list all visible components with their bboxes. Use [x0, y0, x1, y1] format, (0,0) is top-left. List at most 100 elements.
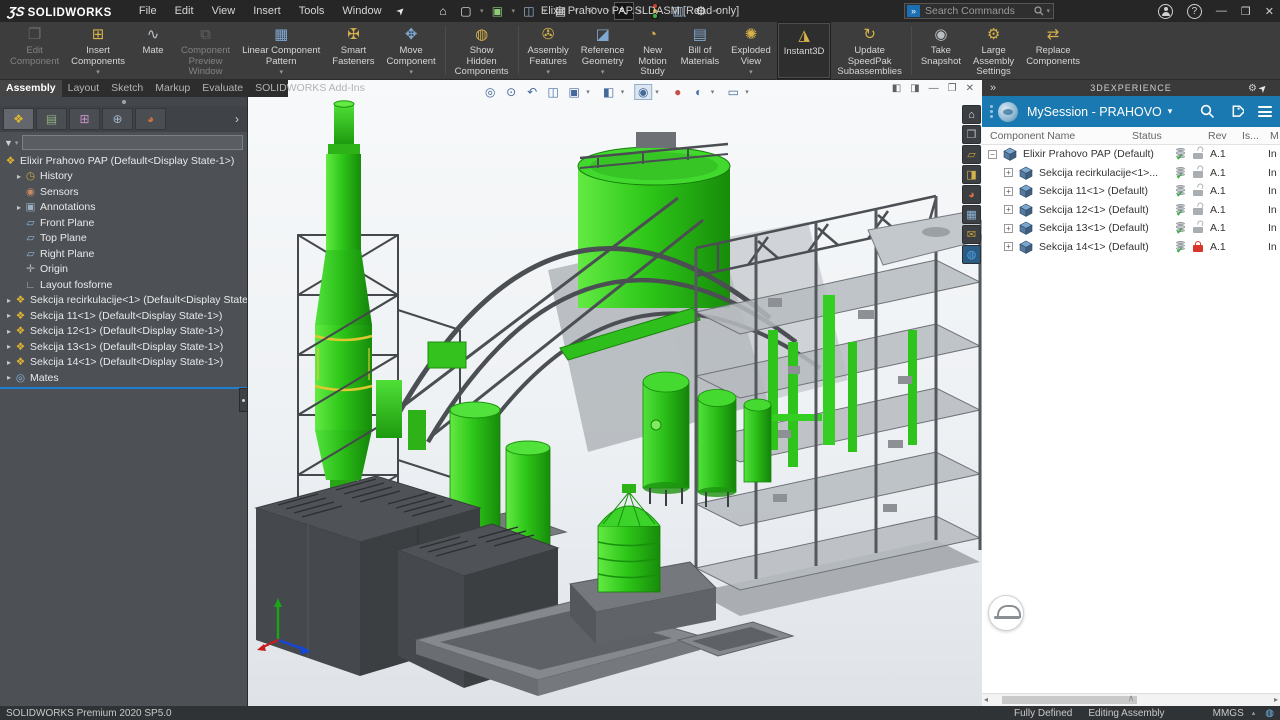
tree-item-sekcija-14[interactable]: ▸❖Sekcija 14<1> (Default<Display State-1… [0, 355, 247, 371]
minimize-button[interactable]: — [1216, 5, 1227, 17]
component-row[interactable]: +Sekcija 13<1> (Default) ✔ A.1 In [982, 219, 1280, 238]
menu-view[interactable]: View [203, 2, 245, 20]
view-settings-caret-icon[interactable]: ▾ [745, 88, 749, 96]
new-document-icon[interactable]: ▢ [456, 2, 476, 20]
scroll-right-icon[interactable]: ▸ [1274, 695, 1278, 704]
view-palette-icon[interactable]: ◨ [962, 165, 981, 184]
apply-scene-caret-icon[interactable]: ▾ [711, 88, 715, 96]
hide-show-items-icon[interactable]: ◉ [634, 84, 652, 100]
filter-funnel-icon[interactable]: ▼ [4, 138, 13, 148]
expand-expander[interactable]: + [1004, 205, 1013, 214]
expand-expander[interactable]: + [1004, 224, 1013, 233]
tag-icon[interactable] [1229, 104, 1244, 119]
tree-item-sekcija-12[interactable]: ▸❖Sekcija 12<1> (Default<Display State-1… [0, 324, 247, 340]
doc-close-button[interactable]: ✕ [966, 83, 974, 94]
large-assembly-settings-button[interactable]: ⚙Large Assembly Settings [967, 22, 1020, 79]
expand-arrow-icon[interactable]: ▸ [4, 358, 14, 367]
display-style-caret-icon[interactable]: ▾ [621, 88, 625, 96]
tree-item-layout-fosforne[interactable]: ▸∟Layout fosforne [0, 277, 247, 293]
fm-tabs-overflow-icon[interactable]: › [235, 112, 239, 126]
restore-button[interactable]: ❐ [1241, 5, 1251, 18]
tree-item-sekcija-13[interactable]: ▸❖Sekcija 13<1> (Default<Display State-1… [0, 339, 247, 355]
panel-search-icon[interactable] [1200, 104, 1215, 119]
assembly-features-button[interactable]: ✇Assembly Features▾ [522, 22, 575, 79]
expand-arrow-icon[interactable]: ▸ [4, 311, 14, 320]
collapse-expander[interactable]: − [988, 150, 997, 159]
display-style-icon[interactable]: ◧ [600, 84, 618, 100]
edit-appearance-icon[interactable]: ● [669, 84, 687, 100]
property-manager-tab-icon[interactable]: ▤ [36, 108, 67, 130]
resources-home-icon[interactable]: ⌂ [962, 105, 981, 124]
show-hidden-components-button[interactable]: ◍Show Hidden Components [449, 22, 515, 79]
replace-components-button[interactable]: ⇄Replace Components [1020, 22, 1086, 79]
custom-properties-icon[interactable]: ▦ [962, 205, 981, 224]
design-library-icon[interactable]: ❒ [962, 125, 981, 144]
display-manager-tab-icon[interactable]: ◕ [135, 108, 166, 130]
feature-tree-tab-icon[interactable]: ❖ [3, 108, 34, 130]
expand-expander[interactable]: + [1004, 242, 1013, 251]
panel-pin-icon[interactable]: ➤ [1256, 81, 1270, 95]
view-orientation-caret-icon[interactable]: ▾ [586, 88, 590, 96]
expand-arrow-icon[interactable]: ▸ [4, 327, 14, 336]
panel-horizontal-scrollbar[interactable]: ◂ ∧ ▸ [982, 693, 1280, 706]
tree-item-sekcija-11[interactable]: ▸❖Sekcija 11<1> (Default<Display State-1… [0, 308, 247, 324]
scroll-left-icon[interactable]: ◂ [984, 695, 988, 704]
move-component-button[interactable]: ✥Move Component▾ [381, 22, 442, 79]
hide-show-caret-icon[interactable]: ▾ [655, 88, 659, 96]
doc-restore-button[interactable]: ❐ [948, 83, 957, 94]
search-magnifier-icon[interactable] [1034, 6, 1044, 16]
col-maturity[interactable]: M [1270, 130, 1280, 142]
col-rev[interactable]: Rev [1208, 130, 1242, 142]
marketplace-globe-icon[interactable]: ◍ [962, 245, 981, 264]
close-button[interactable]: ✕ [1265, 5, 1274, 18]
open-caret-icon[interactable]: ▾ [511, 7, 515, 15]
col-status[interactable]: Status [1132, 130, 1178, 142]
linear-component-pattern-button[interactable]: ▦Linear Component Pattern▾ [236, 22, 326, 79]
rollback-bar[interactable] [0, 387, 247, 389]
configuration-manager-tab-icon[interactable]: ⊞ [69, 108, 100, 130]
zoom-to-area-icon[interactable]: ⊙ [502, 84, 520, 100]
tab-solidworks-addins[interactable]: SOLIDWORKS Add-Ins [249, 80, 371, 97]
assembly-3d-model[interactable] [248, 80, 982, 706]
menu-insert[interactable]: Insert [244, 2, 290, 20]
assistant-helmet-icon[interactable] [988, 595, 1024, 631]
expand-arrow-icon[interactable]: ▸ [4, 373, 14, 382]
assembly-features-caret-icon[interactable]: ▾ [546, 68, 550, 76]
component-row-locked[interactable]: +Sekcija 14<1> (Default) ✔ A.1 In [982, 238, 1280, 257]
expand-arrow-icon[interactable]: ▸ [14, 172, 24, 181]
tree-item-right-plane[interactable]: ▸▱Right Plane [0, 246, 247, 262]
insert-components-button[interactable]: ⊞Insert Components▾ [65, 22, 131, 79]
tree-filter-input[interactable] [22, 135, 243, 150]
menu-window[interactable]: Window [333, 2, 390, 20]
apply-scene-icon[interactable]: ◐ [690, 84, 708, 100]
mate-button[interactable]: ∿Mate [131, 22, 175, 79]
session-title[interactable]: MySession - PRAHOVO [1027, 105, 1162, 119]
component-row-root[interactable]: −Elixir Prahovo PAP (Default) ✔ A.1 In [982, 145, 1280, 164]
reference-geometry-caret-icon[interactable]: ▾ [601, 68, 605, 76]
graphics-viewport[interactable]: ◎ ⊙ ↶ ◫ ▣▾ ◧▾ ◉▾ ● ◐▾ ▭▾ ◧ ◨ — ❐ ✕ ⌂ ❒ [248, 80, 982, 706]
panel-expand-icon[interactable]: » [990, 82, 996, 94]
panel-collapse-handle[interactable] [0, 97, 247, 106]
tree-item-history[interactable]: ▸◷History [0, 169, 247, 185]
scrollbar-thumb[interactable] [1002, 696, 1137, 704]
doc-minimize-button[interactable]: — [929, 83, 939, 94]
tree-item-top-plane[interactable]: ▸▱Top Plane [0, 231, 247, 247]
tree-item-origin[interactable]: ▸✛Origin [0, 262, 247, 278]
smart-fasteners-button[interactable]: ✠Smart Fasteners [326, 22, 380, 79]
save-icon[interactable]: ◫ [519, 2, 539, 20]
component-row[interactable]: +Sekcija 12<1> (Default) ✔ A.1 In [982, 201, 1280, 220]
component-row[interactable]: +Sekcija recirkulacije<1>... ✔ A.1 In [982, 164, 1280, 183]
collapse-chevron-icon[interactable]: ∧ [1128, 693, 1135, 704]
panel-menu-icon[interactable] [1258, 106, 1272, 117]
col-issued[interactable]: Is... [1242, 130, 1270, 142]
file-explorer-icon[interactable]: ▱ [962, 145, 981, 164]
tab-sketch[interactable]: Sketch [105, 80, 149, 97]
view-orientation-icon[interactable]: ▣ [565, 84, 583, 100]
take-snapshot-button[interactable]: ◉Take Snapshot [915, 22, 967, 79]
section-view-icon[interactable]: ◫ [544, 84, 562, 100]
exploded-view-button[interactable]: ✺Exploded View▾ [725, 22, 777, 79]
units-selector[interactable]: MMGS [1213, 708, 1244, 719]
appearances-scenes-icon[interactable]: ◕ [962, 185, 981, 204]
zoom-to-fit-icon[interactable]: ◎ [481, 84, 499, 100]
expand-arrow-icon[interactable]: ▸ [4, 342, 14, 351]
